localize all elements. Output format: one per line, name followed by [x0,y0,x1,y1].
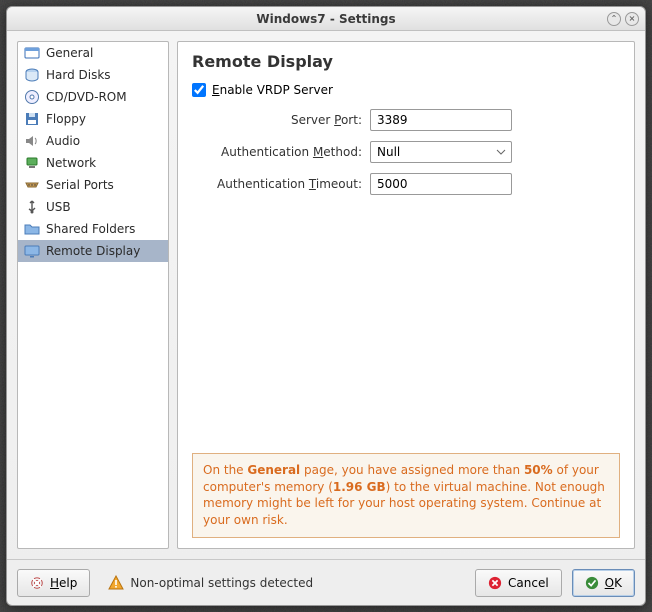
ok-button[interactable]: OKOK [572,569,635,597]
warning-page: General [247,463,300,477]
auth-timeout-label: Authentication Timeout: [192,177,362,191]
sidebar-item-cd-dvd[interactable]: CD/DVD-ROM [18,86,168,108]
sidebar-item-audio[interactable]: Audio [18,130,168,152]
minimize-icon[interactable]: ⌃ [607,12,621,26]
footer: HHelpelp Non-optimal settings detected C… [7,559,645,605]
sidebar-item-label: Floppy [46,112,86,126]
sidebar-item-label: Shared Folders [46,222,135,236]
warning-text: On the [203,463,247,477]
general-icon [24,45,40,61]
auth-method-label: Authentication Method: [192,145,362,159]
content-area: General Hard Disks CD/DVD-ROM Floppy Aud… [7,31,645,559]
category-sidebar: General Hard Disks CD/DVD-ROM Floppy Aud… [17,41,169,549]
audio-icon [24,133,40,149]
sidebar-item-floppy[interactable]: Floppy [18,108,168,130]
network-icon [24,155,40,171]
sidebar-item-hard-disks[interactable]: Hard Disks [18,64,168,86]
harddisk-icon [24,67,40,83]
auth-method-row: Authentication Method: Null [192,141,620,163]
sidebar-item-label: Hard Disks [46,68,111,82]
warning-icon [108,575,124,591]
cancel-button[interactable]: Cancel [475,569,562,597]
ok-icon [585,576,599,590]
auth-timeout-row: Authentication Timeout: [192,173,620,195]
warning-text: page, you have assigned more than [300,463,524,477]
sidebar-item-shared-folders[interactable]: Shared Folders [18,218,168,240]
sidebar-item-remote-display[interactable]: Remote Display [18,240,168,262]
titlebar[interactable]: Windows7 - Settings ⌃ × [7,7,645,31]
page-title: Remote Display [192,52,620,71]
warning-mem: 1.96 GB [333,480,386,494]
help-icon [30,576,44,590]
auth-timeout-input[interactable] [370,173,512,195]
sidebar-item-label: CD/DVD-ROM [46,90,127,104]
status-text: Non-optimal settings detected [130,576,313,590]
main-panel: Remote Display EEnable VRDP Servernable … [177,41,635,549]
sidebar-item-label: Network [46,156,96,170]
sidebar-item-usb[interactable]: USB [18,196,168,218]
close-icon[interactable]: × [625,12,639,26]
enable-vrdp-checkbox[interactable] [192,83,206,97]
auth-method-select[interactable]: Null [370,141,512,163]
sidebar-item-label: USB [46,200,71,214]
server-port-row: Server Port: [192,109,620,131]
status-message: Non-optimal settings detected [108,575,465,591]
server-port-input[interactable] [370,109,512,131]
display-icon [24,243,40,259]
help-button[interactable]: HHelpelp [17,569,90,597]
sidebar-item-label: General [46,46,93,60]
server-port-label: Server Port: [192,113,362,127]
cancel-icon [488,576,502,590]
serial-icon [24,177,40,193]
window-title: Windows7 - Settings [256,12,395,26]
sidebar-item-label: Audio [46,134,80,148]
enable-vrdp-label[interactable]: EEnable VRDP Servernable VRDP Server [212,83,333,97]
settings-window: Windows7 - Settings ⌃ × General Hard Dis… [6,6,646,606]
usb-icon [24,199,40,215]
cd-icon [24,89,40,105]
window-controls: ⌃ × [607,12,639,26]
warning-pct: 50% [524,463,553,477]
sidebar-item-serial-ports[interactable]: Serial Ports [18,174,168,196]
warning-box: On the General page, you have assigned m… [192,453,620,538]
sidebar-item-label: Serial Ports [46,178,114,192]
enable-vrdp-row: EEnable VRDP Servernable VRDP Server [192,83,620,97]
sidebar-item-general[interactable]: General [18,42,168,64]
folder-icon [24,221,40,237]
sidebar-item-network[interactable]: Network [18,152,168,174]
floppy-icon [24,111,40,127]
sidebar-item-label: Remote Display [46,244,140,258]
